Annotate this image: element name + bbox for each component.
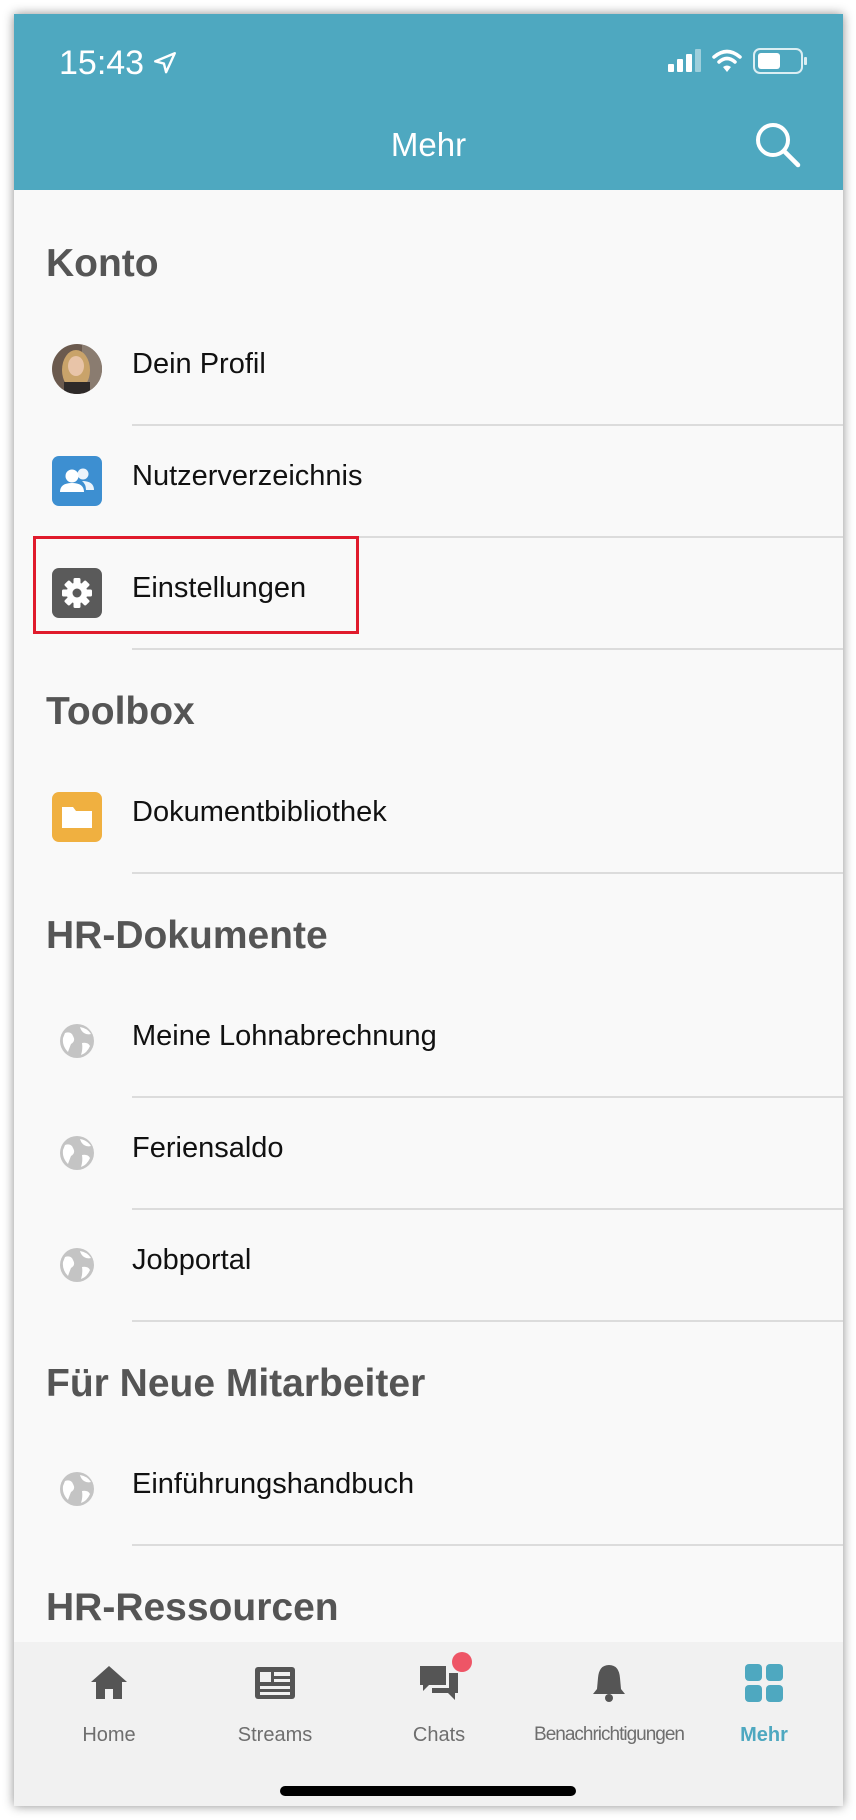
tab-home[interactable]: Home [34, 1642, 184, 1762]
search-icon[interactable] [751, 118, 803, 170]
section-title-hr-documents: HR-Dokumente [46, 914, 328, 957]
menu-item-label: Meine Lohnabrechnung [132, 1020, 437, 1052]
notification-badge [452, 1652, 472, 1672]
bell-icon [593, 1665, 625, 1702]
menu-item-label: Dokumentbibliothek [132, 796, 387, 828]
signal-icon [668, 49, 701, 72]
avatar [52, 344, 102, 394]
page-title: Mehr [390, 126, 467, 163]
globe-icon [60, 1136, 94, 1170]
tab-streams[interactable]: Streams [200, 1642, 350, 1762]
divider [132, 1320, 843, 1322]
divider [132, 872, 843, 874]
home-indicator[interactable] [280, 1786, 576, 1796]
globe-icon [60, 1248, 94, 1282]
menu-item-label: Feriensaldo [132, 1132, 284, 1164]
status-time: 15:43 [59, 44, 145, 82]
divider [132, 648, 843, 650]
section-title-konto: Konto [46, 242, 159, 285]
tab-more[interactable]: Mehr [694, 1642, 834, 1762]
highlight-frame [33, 536, 359, 634]
tab-bar: Home Streams Chats Benachrichtigungen Me… [14, 1642, 843, 1806]
tab-label: Chats [412, 1724, 466, 1746]
menu-item-label: Jobportal [132, 1244, 252, 1276]
wifi-icon [712, 49, 742, 72]
people-icon [52, 456, 102, 506]
menu-item-job-portal[interactable]: Jobportal [14, 1210, 843, 1322]
top-bar: 15:43 Mehr [14, 14, 843, 190]
phone-screen: 15:43 Mehr Konto Dein Profil Nutzerverze… [14, 14, 843, 1806]
menu-item-label: Nutzerverzeichnis [132, 460, 363, 492]
menu-item-payslip[interactable]: Meine Lohnabrechnung [14, 986, 843, 1098]
streams-icon [255, 1667, 295, 1699]
divider [132, 1544, 843, 1546]
section-title-toolbox: Toolbox [46, 690, 195, 733]
menu-item-vacation-balance[interactable]: Feriensaldo [14, 1098, 843, 1210]
menu-item-user-directory[interactable]: Nutzerverzeichnis [14, 426, 843, 538]
status-icons [668, 48, 807, 74]
globe-icon [60, 1472, 94, 1506]
section-title-new-employees: Für Neue Mitarbeiter [46, 1362, 426, 1405]
menu-item-document-library[interactable]: Dokumentbibliothek [14, 762, 843, 874]
tab-chats[interactable]: Chats [364, 1642, 514, 1762]
menu-item-label: Dein Profil [132, 348, 266, 380]
folder-icon [52, 792, 102, 842]
location-arrow-icon [154, 52, 176, 74]
battery-icon [753, 48, 807, 74]
tab-label: Home [82, 1724, 136, 1746]
menu-item-label: Einführungshandbuch [132, 1468, 415, 1500]
menu-item-onboarding-handbook[interactable]: Einführungshandbuch [14, 1434, 843, 1546]
section-title-hr-resources: HR-Ressourcen [46, 1586, 339, 1629]
globe-icon [60, 1024, 94, 1058]
grid-icon [745, 1664, 783, 1702]
tab-label: Benachrichtigungen [534, 1724, 685, 1745]
home-icon [91, 1666, 127, 1699]
tab-notifications[interactable]: Benachrichtigungen [514, 1642, 704, 1762]
tab-label: Mehr [740, 1724, 788, 1746]
tab-label: Streams [237, 1724, 313, 1746]
menu-item-profile[interactable]: Dein Profil [14, 314, 843, 426]
